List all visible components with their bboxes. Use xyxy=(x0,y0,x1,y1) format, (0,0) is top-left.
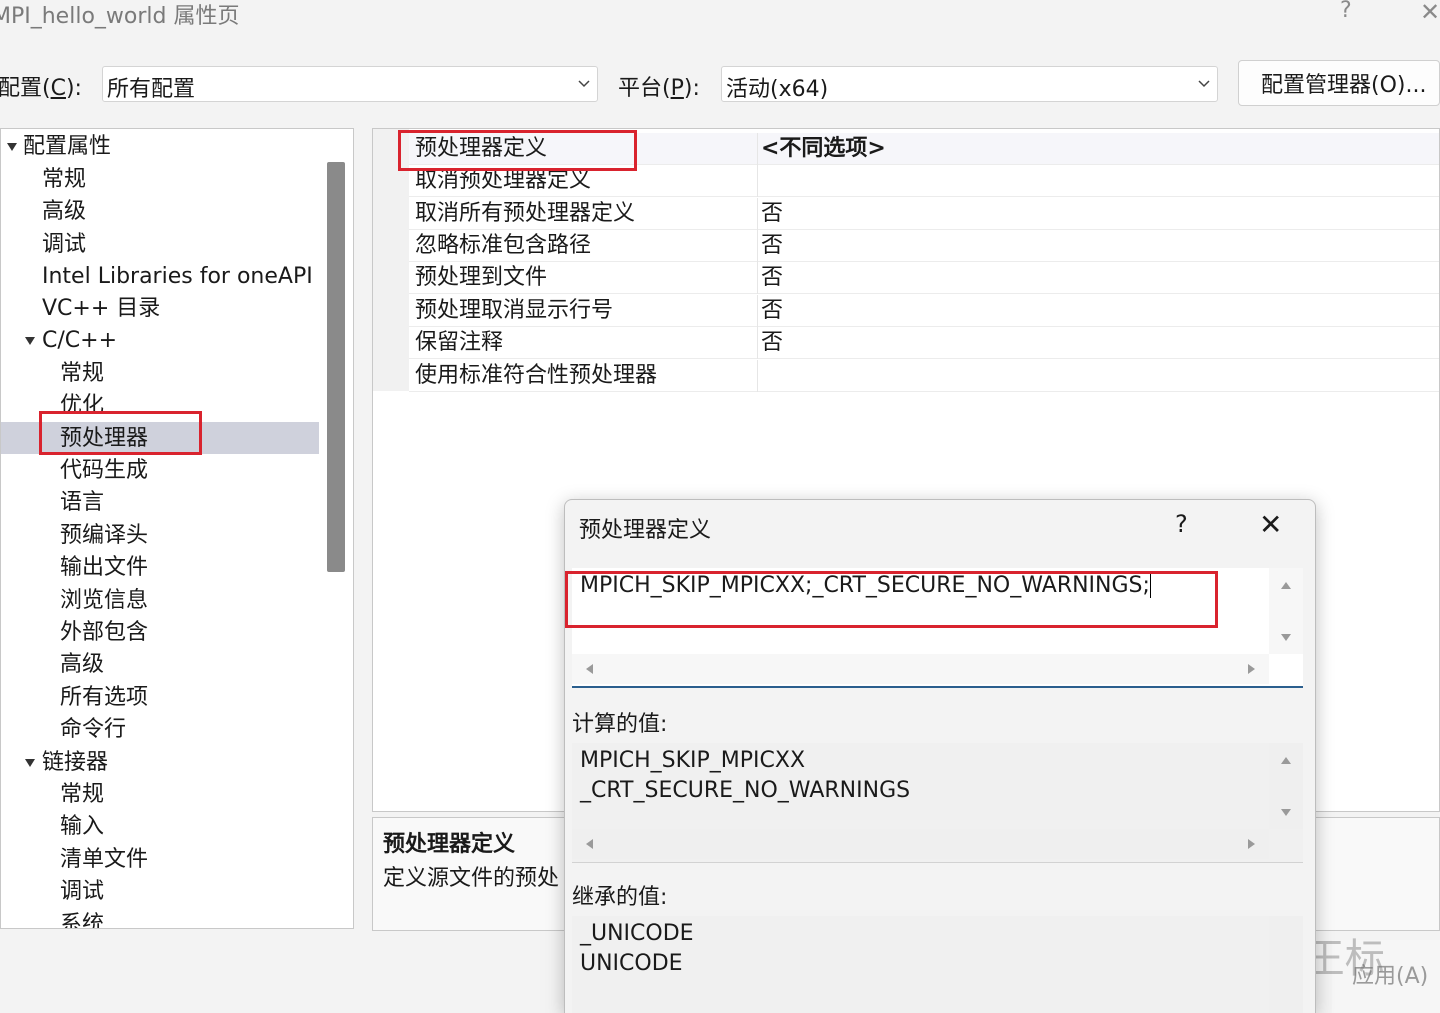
highlight-box xyxy=(565,571,1218,628)
grid-row-ignore-standard-include[interactable]: 忽略标准包含路径 否 xyxy=(409,230,1439,262)
highlight-box xyxy=(39,411,202,455)
inherited-value-line: _UNICODE xyxy=(580,921,694,946)
platform-label: 平台(P): xyxy=(618,76,700,101)
grid-row-name: 取消所有预处理器定义 xyxy=(415,201,636,226)
edit-vertical-scrollbar[interactable] xyxy=(1269,568,1303,654)
highlight-box xyxy=(398,130,637,171)
grid-row-name: 使用标准符合性预处理器 xyxy=(415,363,658,388)
grid-row-preprocess-to-file[interactable]: 预处理到文件 否 xyxy=(409,262,1439,294)
computed-values-label: 计算的值: xyxy=(572,712,668,737)
config-label: 配置(C): xyxy=(0,76,82,101)
expand-triangle-icon[interactable] xyxy=(25,759,35,767)
tree-item-system[interactable]: 系统 xyxy=(60,909,104,928)
tree-item-cpp-advanced[interactable]: 高级 xyxy=(60,649,104,681)
grid-row-value: <不同选项> xyxy=(761,136,886,161)
property-tree: 配置属性 常规 高级 调试 Intel Libraries for oneAPI… xyxy=(0,128,354,929)
tree-item-all-options[interactable]: 所有选项 xyxy=(60,682,148,714)
expand-triangle-icon[interactable] xyxy=(7,143,17,151)
computed-value-line: MPICH_SKIP_MPICXX xyxy=(580,748,806,773)
dialog-title: 预处理器定义 xyxy=(579,518,712,543)
chevron-down-icon xyxy=(1198,80,1210,88)
scroll-up-arrow-icon[interactable] xyxy=(1281,757,1291,764)
close-icon[interactable]: ✕ xyxy=(1420,0,1440,26)
computed-horizontal-scrollbar[interactable] xyxy=(572,829,1269,859)
chevron-down-icon xyxy=(578,80,590,88)
grid-row-suppress-line-numbers[interactable]: 预处理取消显示行号 否 xyxy=(409,295,1439,327)
grid-row-name: 忽略标准包含路径 xyxy=(415,233,592,258)
grid-row-name: 保留注释 xyxy=(415,330,504,355)
tree-scrollbar-thumb[interactable] xyxy=(327,162,345,572)
scroll-down-arrow-icon[interactable] xyxy=(1281,809,1291,816)
tree-item-manifest-file[interactable]: 清单文件 xyxy=(60,844,148,876)
computed-vertical-scrollbar[interactable] xyxy=(1269,743,1303,829)
tree-item-input[interactable]: 输入 xyxy=(60,811,104,843)
config-dropdown[interactable]: 所有配置 xyxy=(102,66,598,102)
scroll-up-arrow-icon[interactable] xyxy=(1281,582,1291,589)
tree-item-vc-directories[interactable]: VC++ 目录 xyxy=(42,293,160,325)
inherited-values-box: _UNICODE UNICODE xyxy=(572,916,1303,1013)
inherited-values-label: 继承的值: xyxy=(572,885,668,910)
close-icon[interactable]: ✕ xyxy=(1259,508,1282,541)
tree-item-general[interactable]: 常规 xyxy=(42,164,86,196)
grid-row-value: 否 xyxy=(761,201,784,226)
config-dropdown-value: 所有配置 xyxy=(107,77,196,102)
tree-item-command-line[interactable]: 命令行 xyxy=(60,714,126,746)
description-text: 定义源文件的预处 xyxy=(383,866,560,891)
scroll-left-arrow-icon[interactable] xyxy=(586,664,593,674)
tree-item-debugging[interactable]: 调试 xyxy=(42,229,86,261)
tree-item-linker[interactable]: 链接器 xyxy=(42,747,108,779)
inherited-value-line: UNICODE xyxy=(580,951,683,976)
scroll-right-arrow-icon[interactable] xyxy=(1248,839,1255,849)
tree-item-code-generation[interactable]: 代码生成 xyxy=(60,455,148,487)
description-title: 预处理器定义 xyxy=(383,832,516,857)
tree-item-linker-general[interactable]: 常规 xyxy=(60,779,104,811)
tree-item-language[interactable]: 语言 xyxy=(60,487,104,519)
platform-dropdown-value: 活动(x64) xyxy=(726,77,829,102)
tree-item-cpp-general[interactable]: 常规 xyxy=(60,358,104,390)
config-manager-button[interactable]: 配置管理器(O)... xyxy=(1238,60,1440,106)
scroll-down-arrow-icon[interactable] xyxy=(1281,634,1291,641)
scroll-left-arrow-icon[interactable] xyxy=(586,839,593,849)
tree-item-linker-debugging[interactable]: 调试 xyxy=(60,876,104,908)
tree-item-external-includes[interactable]: 外部包含 xyxy=(60,617,148,649)
edit-horizontal-scrollbar[interactable] xyxy=(572,654,1269,684)
grid-row-value: 否 xyxy=(761,298,784,323)
platform-dropdown[interactable]: 活动(x64) xyxy=(721,66,1218,102)
computed-values-box: MPICH_SKIP_MPICXX _CRT_SECURE_NO_WARNING… xyxy=(572,743,1303,863)
scroll-right-arrow-icon[interactable] xyxy=(1248,664,1255,674)
expand-triangle-icon[interactable] xyxy=(25,337,35,345)
tree-item-output-files[interactable]: 输出文件 xyxy=(60,552,148,584)
grid-row-value: 否 xyxy=(761,265,784,290)
title-bar: MPI_hello_world 属性页 ? ✕ xyxy=(0,0,1440,38)
tree-item-advanced[interactable]: 高级 xyxy=(42,196,86,228)
grid-row-keep-comments[interactable]: 保留注释 否 xyxy=(409,327,1439,359)
grid-row-name: 预处理到文件 xyxy=(415,265,548,290)
computed-value-line: _CRT_SECURE_NO_WARNINGS xyxy=(580,778,911,803)
tree-item-c-cpp[interactable]: C/C++ xyxy=(42,325,117,357)
help-icon[interactable]: ? xyxy=(1340,0,1352,23)
inherited-vertical-scrollbar[interactable] xyxy=(1269,916,1303,1013)
help-icon[interactable]: ? xyxy=(1175,510,1188,538)
tree-item-precompiled-headers[interactable]: 预编译头 xyxy=(60,520,148,552)
grid-row-undefine-all[interactable]: 取消所有预处理器定义 否 xyxy=(409,198,1439,230)
grid-row-value: 否 xyxy=(761,233,784,258)
tree-item-browse-info[interactable]: 浏览信息 xyxy=(60,585,148,617)
grid-row-conformant-preprocessor[interactable]: 使用标准符合性预处理器 xyxy=(409,360,1439,392)
tree-item-config-properties[interactable]: 配置属性 xyxy=(23,131,111,163)
tree-item-intel-libraries[interactable]: Intel Libraries for oneAPI xyxy=(42,261,313,293)
grid-row-name: 预处理取消显示行号 xyxy=(415,298,614,323)
grid-row-value: 否 xyxy=(761,330,784,355)
window-title: MPI_hello_world 属性页 xyxy=(0,4,240,29)
